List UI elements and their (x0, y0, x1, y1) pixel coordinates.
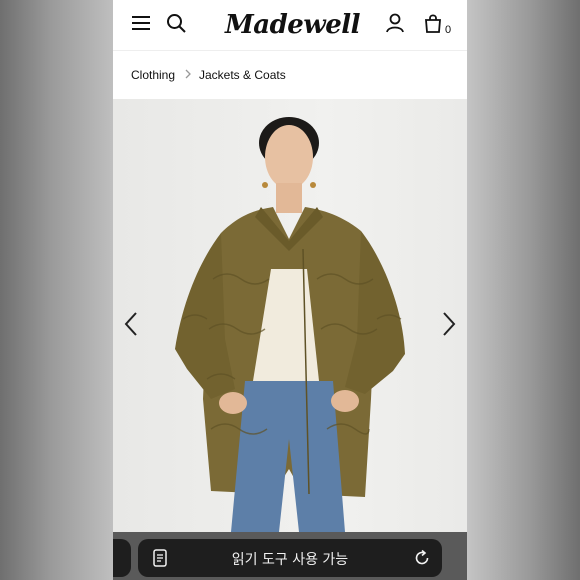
reader-tools-label: 읽기 도구 사용 가능 (231, 552, 349, 568)
breadcrumb: Clothing Jackets & Coats (113, 51, 467, 99)
refresh-icon[interactable] (413, 549, 431, 567)
breadcrumb-clothing[interactable]: Clothing (131, 68, 175, 82)
account-icon[interactable] (384, 12, 406, 34)
shopping-bag-icon[interactable] (422, 12, 444, 34)
model-illustration (175, 117, 405, 532)
tab-pill[interactable] (113, 539, 131, 577)
site-header: Madewell 0 (113, 0, 467, 51)
madewell-logo[interactable]: Madewell (225, 8, 361, 42)
chevron-left-icon[interactable] (123, 311, 139, 337)
chevron-right-icon[interactable] (441, 311, 457, 337)
search-icon[interactable] (165, 12, 187, 34)
breadcrumb-jackets-coats[interactable]: Jackets & Coats (199, 68, 286, 82)
product-image (113, 99, 467, 532)
reader-tools-bar[interactable]: 읽기 도구 사용 가능 (138, 539, 442, 577)
right-background (467, 0, 580, 580)
bag-count: 0 (445, 24, 452, 36)
chevron-right-icon (185, 69, 191, 79)
menu-icon[interactable] (130, 12, 152, 34)
left-background (0, 0, 113, 580)
phone-screen: Madewell 0 Clothing Jackets & Coats 읽기 도… (113, 0, 467, 580)
